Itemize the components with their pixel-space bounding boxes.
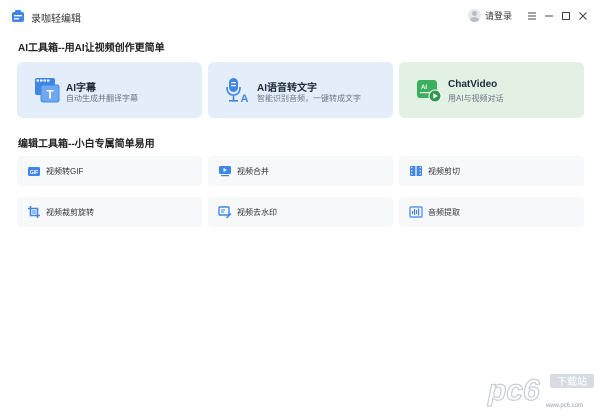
subtitle-icon: T (35, 78, 60, 103)
card-subtitle: 智能识别音频，一键转成文字 (257, 94, 361, 103)
ai-speech-to-text-card[interactable]: A AI语音转文字 智能识别音频，一键转成文字 (208, 62, 393, 118)
login-label: 请登录 (485, 11, 513, 21)
minimize-button[interactable] (542, 9, 556, 23)
edit-section-title: 编辑工具箱--小白专属简单易用 (18, 139, 155, 150)
card-title: ChatVideo (448, 79, 498, 90)
gif-icon: GIF (28, 167, 40, 176)
ai-subtitle-card[interactable]: T AI字幕 自动生成并翻译字幕 (17, 62, 202, 118)
maximize-button[interactable] (559, 9, 573, 23)
tool-video-cut[interactable]: 视频剪切 (399, 156, 584, 186)
tool-video-merge[interactable]: 视频合并 (208, 156, 393, 186)
app-title: 录咖轻编辑 (31, 14, 81, 25)
merge-icon (219, 166, 231, 177)
close-button[interactable] (576, 9, 590, 23)
cut-icon (410, 166, 422, 176)
login-button[interactable]: 请登录 (468, 9, 512, 22)
tool-remove-watermark[interactable]: 视频去水印 (208, 197, 393, 227)
svg-text:下载站: 下载站 (557, 375, 587, 388)
remove-watermark-icon (218, 206, 232, 219)
card-title: AI语音转文字 (257, 83, 317, 94)
close-icon (579, 12, 587, 20)
tool-label: 视频合并 (237, 167, 269, 176)
card-subtitle: 用AI与视频对话 (448, 94, 504, 103)
svg-text:T: T (46, 88, 54, 102)
title-bar: 录咖轻编辑 请登录 (0, 0, 600, 34)
avatar-icon (468, 9, 481, 22)
microphone-icon: A (226, 78, 249, 104)
tool-label: 视频裁剪旋转 (46, 208, 94, 217)
svg-text:A: A (241, 93, 249, 104)
minimize-icon (545, 15, 553, 17)
tool-label: 音频提取 (428, 208, 460, 217)
watermark-url: www.pc6.com (546, 403, 584, 409)
ai-chat-video-icon: AI (417, 80, 442, 103)
chatvideo-card[interactable]: AI ChatVideo 用AI与视频对话 (399, 62, 584, 118)
card-subtitle: 自动生成并翻译字幕 (66, 94, 138, 103)
tool-audio-extract[interactable]: 音频提取 (399, 197, 584, 227)
ai-section-title: AI工具箱--用AI让视频创作更简单 (18, 43, 165, 54)
card-title: AI字幕 (66, 83, 96, 94)
app-logo-icon (12, 10, 24, 22)
tool-label: 视频转GIF (46, 167, 84, 176)
svg-text:pc6: pc6 (487, 374, 540, 407)
tool-label: 视频去水印 (237, 208, 277, 217)
menu-button[interactable] (525, 9, 539, 23)
crop-rotate-icon (28, 206, 40, 218)
svg-text:AI: AI (421, 85, 427, 91)
svg-text:GIF: GIF (30, 170, 38, 176)
tool-video-crop-rotate[interactable]: 视频裁剪旋转 (17, 197, 202, 227)
maximize-icon (562, 12, 570, 20)
tool-video-to-gif[interactable]: GIF 视频转GIF (17, 156, 202, 186)
audio-extract-icon (409, 206, 423, 218)
tool-label: 视频剪切 (428, 167, 460, 176)
menu-icon (528, 12, 536, 20)
